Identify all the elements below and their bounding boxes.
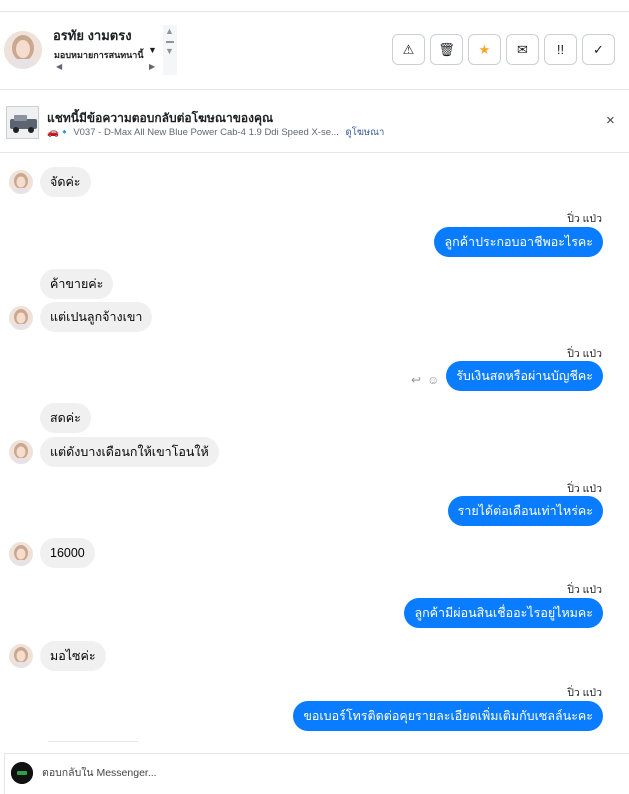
follow-up-button[interactable]: !! <box>544 34 577 65</box>
message-bubble-outgoing[interactable]: รับเงินสดหรือผ่านบัญชีคะ <box>446 361 603 391</box>
ad-reply-banner: แชทนี้มีข้อความตอบกลับต่อโฆษณาของคุณ 🚗🔹 … <box>0 91 629 153</box>
contact-avatar[interactable] <box>4 31 42 69</box>
customer-avatar <box>9 440 33 464</box>
view-ad-link[interactable]: ดูโฆษณา <box>346 127 385 138</box>
conversation-header: อรทัย งามตรง มอบหมายการสนทนานี้ ▼ ◀ ▶ ▲ … <box>0 12 629 90</box>
message-bubble-incoming[interactable]: 16000 <box>40 538 95 568</box>
customer-avatar <box>9 306 33 330</box>
typing-indicator-edge <box>48 741 138 742</box>
reply-input[interactable] <box>42 767 542 779</box>
envelope-icon: ✉ <box>517 41 528 57</box>
reply-icon[interactable]: ↩ <box>411 373 421 387</box>
scroll-thumb[interactable] <box>166 41 174 43</box>
customer-avatar <box>9 170 33 194</box>
ad-thumbnail <box>6 106 39 139</box>
message-hover-actions: ↩ ☺ <box>411 373 439 387</box>
sender-name: ปิ่ว แป่ว <box>567 213 602 225</box>
mark-done-button[interactable]: ✓ <box>582 34 615 65</box>
warning-icon: ⚠ <box>402 41 415 57</box>
mark-unread-icon: !! <box>556 42 565 57</box>
close-icon[interactable]: × <box>606 112 615 129</box>
message-bubble-outgoing[interactable]: ขอเบอร์โทรติดต่อคุยรายละเอียดเพิ่มเติมกั… <box>293 701 603 731</box>
react-emoji-icon[interactable]: ☺ <box>427 373 439 387</box>
assign-dropdown-icon[interactable]: ▼ <box>148 45 157 55</box>
car-icon: 🚗🔹 <box>47 127 71 138</box>
message-bubble-incoming[interactable]: แต่ดังบางเดือนกให้เขาโอนให้ <box>40 437 219 467</box>
mark-read-button[interactable]: ✉ <box>506 34 539 65</box>
scroll-down-icon[interactable]: ▼ <box>165 46 174 56</box>
message-bubble-incoming[interactable]: จัดค่ะ <box>40 167 91 197</box>
message-bubble-outgoing[interactable]: ลูกค้ามีผ่อนสินเชื่ออะไรอยู่ไหมคะ <box>404 598 603 628</box>
sender-name: ปิ่ว แป่ว <box>567 584 602 596</box>
message-bubble-incoming[interactable]: สดค่ะ <box>40 403 91 433</box>
page-avatar <box>11 762 33 784</box>
scroll-left-icon[interactable]: ◀ <box>56 62 62 71</box>
ad-name: V037 - D-Max All New Blue Power Cab-4 1.… <box>73 127 339 138</box>
message-bubble-outgoing[interactable]: รายได้ต่อเดือนเท่าไหร่คะ <box>447 496 603 526</box>
message-bubble-incoming[interactable]: ค้าขายค่ะ <box>40 269 114 299</box>
trash-icon: 🗑 <box>438 41 455 57</box>
star-button[interactable]: ★ <box>468 34 501 65</box>
delete-button[interactable]: 🗑 <box>430 34 463 65</box>
message-bubble-incoming[interactable]: มอไซค่ะ <box>40 641 106 671</box>
message-bubble-outgoing[interactable]: ลูกค้าประกอบอาชีพอะไรคะ <box>434 227 603 257</box>
star-icon: ★ <box>478 41 491 57</box>
assign-conversation-label[interactable]: มอบหมายการสนทนานี้ <box>54 48 144 62</box>
ad-banner-subtitle: 🚗🔹 V037 - D-Max All New Blue Power Cab-4… <box>47 125 384 140</box>
scroll-up-icon[interactable]: ▲ <box>165 26 174 36</box>
report-spam-button[interactable]: ⚠ <box>392 34 425 65</box>
vertical-scrollbar[interactable]: ▲ ▼ <box>163 25 177 75</box>
message-bubble-incoming[interactable]: แต่เปนลูกจ้างเขา <box>40 302 153 332</box>
check-icon: ✓ <box>593 41 604 57</box>
sender-name: ปิ่ว แป่ว <box>567 687 602 699</box>
reply-composer <box>4 753 629 794</box>
sender-name: ปิ่ว แป่ว <box>567 483 602 495</box>
sender-name: ปิ่ว แป่ว <box>567 348 602 360</box>
contact-name[interactable]: อรทัย งามตรง <box>53 25 132 46</box>
conversation-actions: ⚠ 🗑 ★ ✉ !! ✓ <box>392 34 615 65</box>
scroll-right-icon[interactable]: ▶ <box>149 62 155 71</box>
customer-avatar <box>9 644 33 668</box>
customer-avatar <box>9 542 33 566</box>
